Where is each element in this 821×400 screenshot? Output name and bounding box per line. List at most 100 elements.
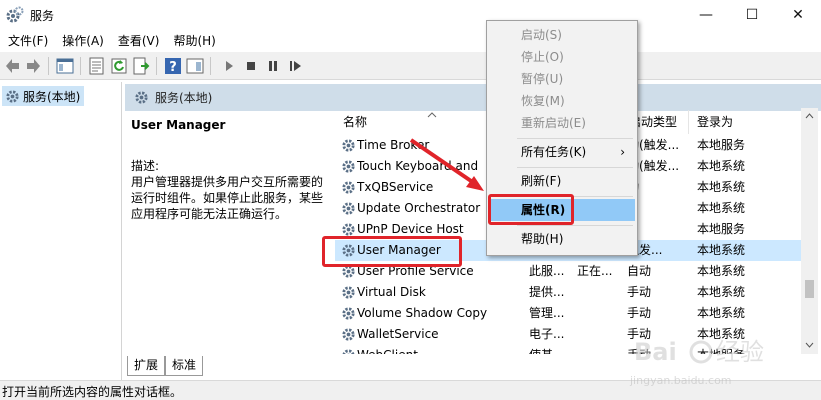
- menu-item-refresh[interactable]: 刷新(F): [489, 170, 635, 192]
- toolbar-separator: [210, 57, 211, 75]
- cell-logon: 本地系统: [697, 306, 746, 320]
- cell-status: 正在...: [577, 264, 613, 278]
- description-pane: User Manager 描述: 用户管理器提供多用户交互所需要的运行时组件。如…: [131, 118, 329, 222]
- service-gear-icon: [342, 160, 355, 173]
- service-gear-icon: [342, 223, 355, 236]
- cell-status: [577, 282, 621, 303]
- console-tree: 服务(本地): [0, 82, 122, 382]
- service-gear-icon: [342, 181, 355, 194]
- menu-item-start[interactable]: 启动(S): [489, 24, 635, 46]
- baidu-jingyan-watermark: Bai 经验 jingyan.baidu.com: [629, 338, 764, 387]
- close-button[interactable]: ✕: [775, 0, 821, 30]
- service-gear-icon: [342, 328, 355, 341]
- menu-separator: [517, 167, 633, 168]
- properties-icon[interactable]: [88, 57, 106, 75]
- menu-item-all-tasks[interactable]: 所有任务(K) ›: [489, 141, 635, 163]
- cell-name: Volume Shadow Copy: [357, 306, 488, 320]
- menu-file[interactable]: 文件(F): [0, 30, 55, 52]
- play-icon[interactable]: [220, 57, 238, 75]
- cell-logon: 本地服务: [697, 222, 746, 236]
- annotation-box-properties: [488, 194, 574, 225]
- cell-status: [577, 345, 621, 354]
- cell-logon: 本地系统: [697, 180, 746, 194]
- cell-name: WalletService: [357, 327, 439, 341]
- back-arrow-icon[interactable]: [4, 57, 22, 75]
- description-label: 描述:: [131, 159, 160, 173]
- panel-title: 服务(本地): [155, 91, 213, 105]
- submenu-arrow-icon: ›: [620, 145, 625, 159]
- help-icon[interactable]: ?: [164, 57, 182, 75]
- menu-help[interactable]: 帮助(H): [166, 30, 222, 52]
- panel-header: 服务(本地): [125, 84, 821, 111]
- table-row[interactable]: Virtual Disk 提供... 手动 本地系统: [335, 282, 805, 303]
- forward-arrow-icon[interactable]: [24, 57, 42, 75]
- svg-text:经验: 经验: [716, 338, 764, 366]
- sort-ascending-icon: [427, 112, 437, 118]
- cell-startup: 自动: [627, 264, 652, 278]
- cell-status: [577, 324, 621, 345]
- cell-logon: 本地系统: [697, 264, 746, 278]
- svg-text:jingyan.baidu.com: jingyan.baidu.com: [629, 374, 732, 387]
- menu-item-help[interactable]: 帮助(H): [489, 228, 635, 250]
- cell-desc: 管理...: [529, 306, 565, 320]
- service-gear-icon: [342, 349, 355, 354]
- menu-item-stop[interactable]: 停止(O): [489, 46, 635, 68]
- menu-item-resume[interactable]: 恢复(M): [489, 90, 635, 112]
- scroll-up-icon[interactable]: [805, 113, 814, 119]
- toolbar-separator: [156, 57, 157, 75]
- menu-action[interactable]: 操作(A): [55, 30, 111, 52]
- cell-desc: 提供...: [529, 285, 565, 299]
- services-window: 服务 — ☐ ✕ 文件(F) 操作(A) 查看(V) 帮助(H) ? 服务(本地…: [0, 0, 821, 400]
- menu-item-restart[interactable]: 重新启动(E): [489, 112, 635, 134]
- status-text: 打开当前所选内容的属性对话框。: [2, 385, 183, 399]
- cell-startup: 手动: [627, 306, 652, 320]
- cell-logon: 本地系统: [697, 201, 746, 215]
- cell-status: [577, 303, 621, 324]
- service-gear-icon: [342, 139, 355, 152]
- stop-icon[interactable]: [242, 57, 260, 75]
- services-gear-icon: [6, 6, 24, 23]
- cell-desc: 电子...: [529, 327, 565, 341]
- table-row[interactable]: Volume Shadow Copy 管理... 手动 本地系统: [335, 303, 805, 324]
- cell-logon: 本地系统: [697, 285, 746, 299]
- svg-text:Bai: Bai: [634, 338, 677, 366]
- selected-service-name: User Manager: [131, 118, 226, 132]
- cell-logon: 本地服务: [697, 138, 746, 152]
- cell-startup: 手动: [627, 285, 652, 299]
- annotation-box-user-manager: [322, 236, 462, 267]
- show-hide-pane-icon[interactable]: [186, 57, 204, 75]
- services-gear-icon: [6, 89, 19, 103]
- cell-name: Virtual Disk: [357, 285, 426, 299]
- column-header-logon-as[interactable]: 登录为: [689, 110, 805, 134]
- toolbar: ?: [0, 52, 821, 80]
- scrollbar-thumb[interactable]: [805, 280, 814, 298]
- title-bar: 服务 — ☐ ✕: [0, 0, 821, 30]
- export-list-icon[interactable]: [132, 57, 150, 75]
- menu-bar: 文件(F) 操作(A) 查看(V) 帮助(H): [0, 30, 821, 52]
- refresh-icon[interactable]: [110, 57, 128, 75]
- menu-item-pause[interactable]: 暂停(U): [489, 68, 635, 90]
- service-gear-icon: [342, 307, 355, 320]
- toolbar-separator: [80, 57, 81, 75]
- menu-separator: [517, 225, 633, 226]
- pause-icon[interactable]: [264, 57, 282, 75]
- cell-desc: 此服...: [529, 264, 565, 278]
- cell-desc: 使基...: [529, 345, 573, 354]
- maximize-button[interactable]: ☐: [729, 0, 775, 30]
- window-title: 服务: [30, 9, 55, 23]
- restart-icon[interactable]: [286, 57, 304, 75]
- tab-standard[interactable]: 标准: [165, 356, 204, 376]
- console-tree-icon[interactable]: [56, 57, 74, 75]
- vertical-scrollbar[interactable]: [801, 108, 818, 354]
- tree-item-label: 服务(本地): [23, 89, 81, 104]
- menu-view[interactable]: 查看(V): [111, 30, 167, 52]
- tree-item-services-local[interactable]: 服务(本地): [2, 86, 84, 106]
- service-gear-icon: [342, 202, 355, 215]
- toolbar-separator: [48, 57, 49, 75]
- svg-text:?: ?: [169, 60, 177, 75]
- cell-logon: 本地系统: [697, 159, 746, 173]
- tab-extended[interactable]: 扩展: [127, 356, 166, 376]
- services-panel: 服务(本地) User Manager 描述: 用户管理器提供多用户交互所需要的…: [125, 84, 821, 354]
- menu-separator: [517, 138, 633, 139]
- minimize-button[interactable]: —: [683, 0, 729, 30]
